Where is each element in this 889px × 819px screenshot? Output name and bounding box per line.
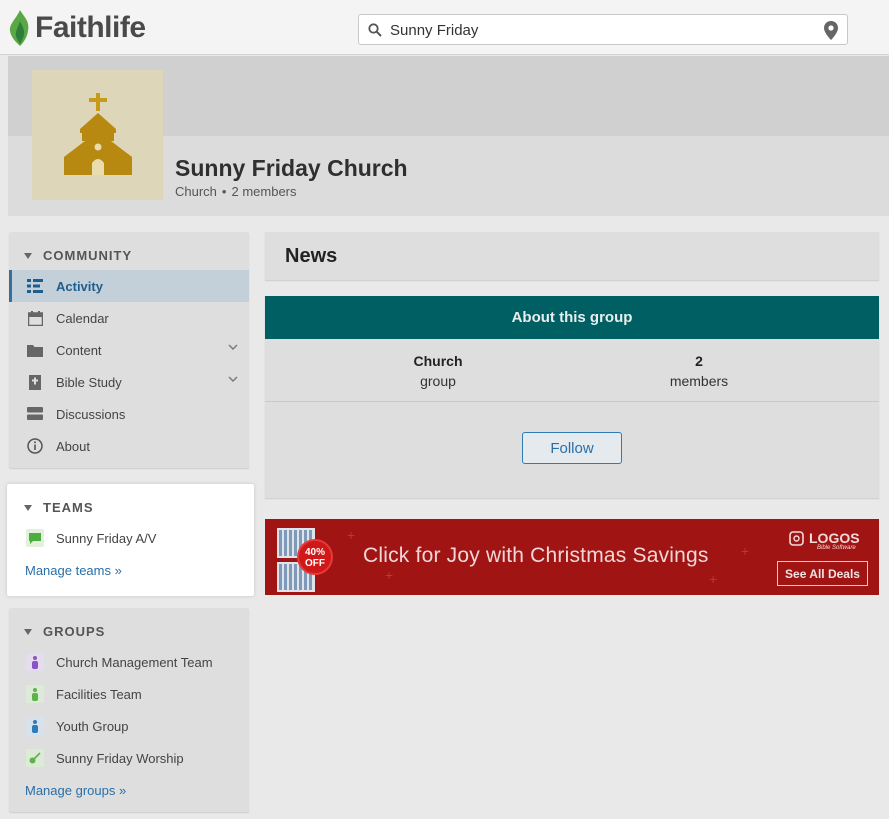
teams-card: TEAMS Sunny Friday A/V Manage teams » <box>7 484 254 596</box>
group-label: Facilities Team <box>56 686 142 702</box>
group-title: Sunny Friday Church <box>175 155 408 181</box>
stat-value: Church <box>413 353 463 369</box>
logos-logo: LOGOS Bible Software <box>789 530 860 551</box>
sidebar-item-label: Bible Study <box>56 374 122 390</box>
team-label: Sunny Friday A/V <box>56 530 157 546</box>
collapse-triangle-icon <box>24 504 32 511</box>
group-label: Sunny Friday Worship <box>56 750 184 766</box>
faithlife-logo[interactable]: Faithlife <box>8 9 146 47</box>
groups-card: GROUPS Church Management Team Facilities… <box>9 608 249 812</box>
collapse-triangle-icon <box>24 252 32 259</box>
team-item-sunny-friday-av[interactable]: Sunny Friday A/V <box>9 522 249 554</box>
teams-title: TEAMS <box>43 500 94 515</box>
sparkle-icon: + <box>347 527 356 543</box>
sparkle-icon: + <box>709 571 718 587</box>
sidebar-item-activity[interactable]: Activity <box>9 270 249 302</box>
group-type: Church <box>175 184 217 199</box>
search-icon <box>368 23 382 37</box>
calendar-icon <box>26 310 44 326</box>
stat-value: 2 <box>695 353 703 369</box>
chevron-down-icon[interactable] <box>228 376 238 382</box>
member-count-link[interactable]: 2 members <box>231 184 296 199</box>
sidebar-item-label: Discussions <box>56 406 126 422</box>
group-item-youth-group[interactable]: Youth Group <box>9 710 249 742</box>
about-group-header: About this group <box>265 296 879 339</box>
see-all-deals-button[interactable]: See All Deals <box>777 561 868 586</box>
sidebar-item-discussions[interactable]: Discussions <box>9 398 249 430</box>
teams-header[interactable]: TEAMS <box>24 500 94 515</box>
logos-brand-sub: Bible Software <box>817 545 856 551</box>
members-stat[interactable]: 2 members <box>649 351 749 391</box>
logo-text: Faithlife <box>35 11 146 44</box>
group-item-facilities-team[interactable]: Facilities Team <box>9 678 249 710</box>
folder-icon <box>26 342 44 358</box>
news-panel: News <box>265 232 879 280</box>
community-header[interactable]: COMMUNITY <box>24 248 132 263</box>
news-title: News <box>285 245 338 267</box>
discount-badge: 40% OFF <box>297 539 333 575</box>
sidebar-item-label: Calendar <box>56 310 109 326</box>
search-input[interactable] <box>390 19 810 41</box>
search-box[interactable] <box>358 14 848 45</box>
sidebar-item-bible-study[interactable]: Bible Study <box>9 366 249 398</box>
collapse-triangle-icon <box>24 628 32 635</box>
about-group-card: About this group Church group 2 members … <box>265 296 879 498</box>
divider <box>265 401 879 402</box>
group-item-sunny-friday-worship[interactable]: Sunny Friday Worship <box>9 742 249 774</box>
activity-list-icon <box>26 278 44 294</box>
manage-groups-link[interactable]: Manage groups » <box>25 783 126 798</box>
group-label: Church Management Team <box>56 654 213 670</box>
bible-icon <box>26 374 44 390</box>
flame-logo-icon <box>9 10 29 46</box>
group-profile-banner: Sunny Friday Church Church • 2 members <box>8 56 889 216</box>
sidebar-item-label: Content <box>56 342 102 358</box>
person-icon <box>26 653 44 671</box>
stat-label: group <box>420 373 456 389</box>
church-icon <box>63 93 132 175</box>
separator-dot: • <box>221 184 227 199</box>
stat-label: members <box>669 373 729 389</box>
group-item-church-management-team[interactable]: Church Management Team <box>9 646 249 678</box>
sidebar-item-calendar[interactable]: Calendar <box>9 302 249 334</box>
sidebar-item-content[interactable]: Content <box>9 334 249 366</box>
groups-header[interactable]: GROUPS <box>24 624 105 639</box>
location-pin-icon[interactable] <box>824 21 838 40</box>
discussions-icon <box>26 406 44 422</box>
info-icon <box>26 438 44 454</box>
guitar-icon <box>26 749 44 767</box>
top-bar: Faithlife <box>0 0 889 55</box>
manage-teams-link[interactable]: Manage teams » <box>25 563 122 578</box>
logos-brand: LOGOS <box>809 530 860 546</box>
christmas-sale-ad-banner[interactable]: 40% OFF + + + + Click for Joy with Chris… <box>265 519 879 595</box>
logos-mark-icon <box>789 530 804 546</box>
sidebar-item-label: Activity <box>56 278 103 294</box>
person-icon <box>26 685 44 703</box>
group-label: Youth Group <box>56 718 129 734</box>
groups-title: GROUPS <box>43 624 106 639</box>
chat-bubble-icon <box>26 529 44 547</box>
sidebar-item-about[interactable]: About <box>9 430 249 462</box>
person-icon <box>26 717 44 735</box>
chevron-down-icon[interactable] <box>228 344 238 350</box>
follow-button[interactable]: Follow <box>522 432 622 464</box>
sparkle-icon: + <box>741 543 750 559</box>
community-card: COMMUNITY Activity Calendar Content Bibl… <box>9 232 249 468</box>
group-subtitle: Church • 2 members <box>175 184 297 199</box>
community-title: COMMUNITY <box>43 248 133 263</box>
ad-tagline: Click for Joy with Christmas Savings <box>363 544 709 567</box>
group-type-stat: Church group <box>388 351 488 391</box>
sparkle-icon: + <box>385 567 394 583</box>
sidebar-item-label: About <box>56 438 90 454</box>
group-avatar <box>32 70 163 200</box>
